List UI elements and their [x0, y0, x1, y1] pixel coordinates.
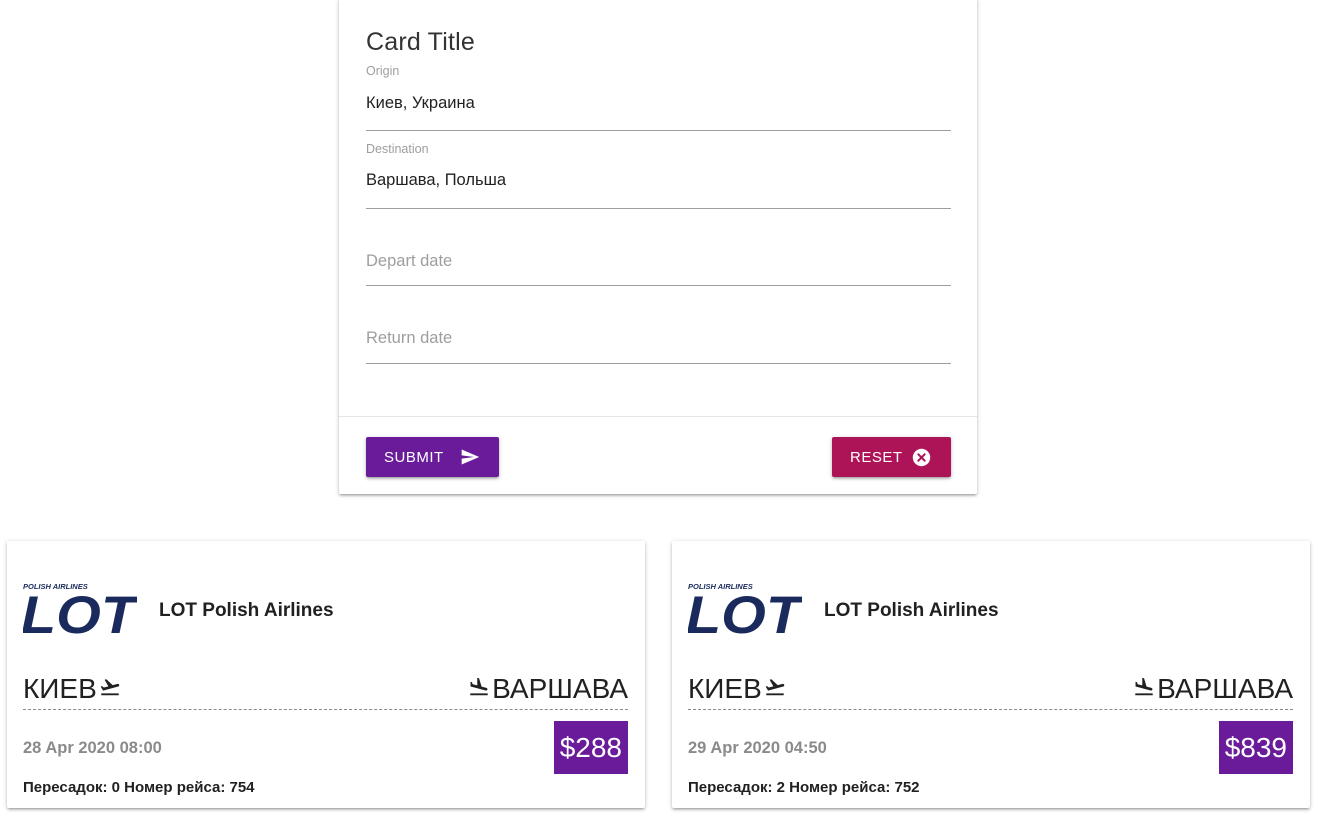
origin-label: Origin [366, 64, 400, 78]
origin-field[interactable]: Origin Киев, Украина [366, 64, 951, 131]
destination-field[interactable]: Destination Варшава, Польша [366, 142, 951, 209]
destination-label: Destination [366, 142, 429, 156]
logo-mark: LOT [23, 586, 137, 637]
flight-takeoff-icon [97, 673, 123, 705]
price-badge: $839 [1218, 721, 1293, 774]
submit-button[interactable]: SUBMIT [366, 437, 499, 477]
logo-mark: LOT [688, 586, 802, 637]
flight-land-icon [466, 673, 492, 705]
destination-city-label: ВАРШАВА [492, 673, 628, 704]
submit-label: SUBMIT [384, 448, 444, 466]
flight-details: Пересадок: 0 Номер рейса: 754 [23, 779, 255, 796]
departure-datetime: 29 Apr 2020 04:50 [688, 739, 827, 757]
origin-city-label: КИЕВ [23, 673, 97, 704]
card-actions: SUBMIT RESET [339, 416, 977, 495]
origin-city: КИЕВ [688, 673, 788, 705]
depart-date-input[interactable]: Depart date [366, 252, 452, 271]
origin-input[interactable]: Киев, Украина [366, 94, 475, 113]
depart-date-field[interactable]: Depart date [366, 220, 951, 286]
flight-land-icon [1131, 673, 1157, 705]
search-form-card: Card Title Origin Киев, Украина Destinat… [339, 0, 977, 494]
origin-city: КИЕВ [23, 673, 123, 705]
card-title: Card Title [366, 28, 475, 56]
reset-label: RESET [850, 448, 903, 466]
origin-city-label: КИЕВ [688, 673, 762, 704]
route: КИЕВ ВАРШАВА [688, 669, 1293, 710]
return-date-field[interactable]: Return date [366, 298, 951, 364]
flight-details: Пересадок: 2 Номер рейса: 752 [688, 779, 920, 796]
airline-name: LOT Polish Airlines [824, 600, 999, 621]
airline-logo: POLISH AIRLINES LOT [21, 582, 141, 645]
airline-logo: POLISH AIRLINES LOT [686, 582, 806, 645]
airline-name: LOT Polish Airlines [159, 600, 334, 621]
cancel-circle-icon [912, 448, 931, 471]
destination-input[interactable]: Варшава, Польша [366, 171, 506, 190]
send-icon [459, 447, 481, 471]
ticket-card[interactable]: POLISH AIRLINES LOT LOT Polish Airlines … [672, 541, 1310, 808]
return-date-input[interactable]: Return date [366, 329, 452, 348]
destination-city: ВАРШАВА [466, 673, 628, 705]
flight-takeoff-icon [762, 673, 788, 705]
route: КИЕВ ВАРШАВА [23, 669, 628, 710]
destination-city: ВАРШАВА [1131, 673, 1293, 705]
ticket-card[interactable]: POLISH AIRLINES LOT LOT Polish Airlines … [7, 541, 645, 808]
departure-datetime: 28 Apr 2020 08:00 [23, 739, 162, 757]
price-badge: $288 [553, 721, 628, 774]
destination-city-label: ВАРШАВА [1157, 673, 1293, 704]
reset-button[interactable]: RESET [832, 437, 951, 477]
